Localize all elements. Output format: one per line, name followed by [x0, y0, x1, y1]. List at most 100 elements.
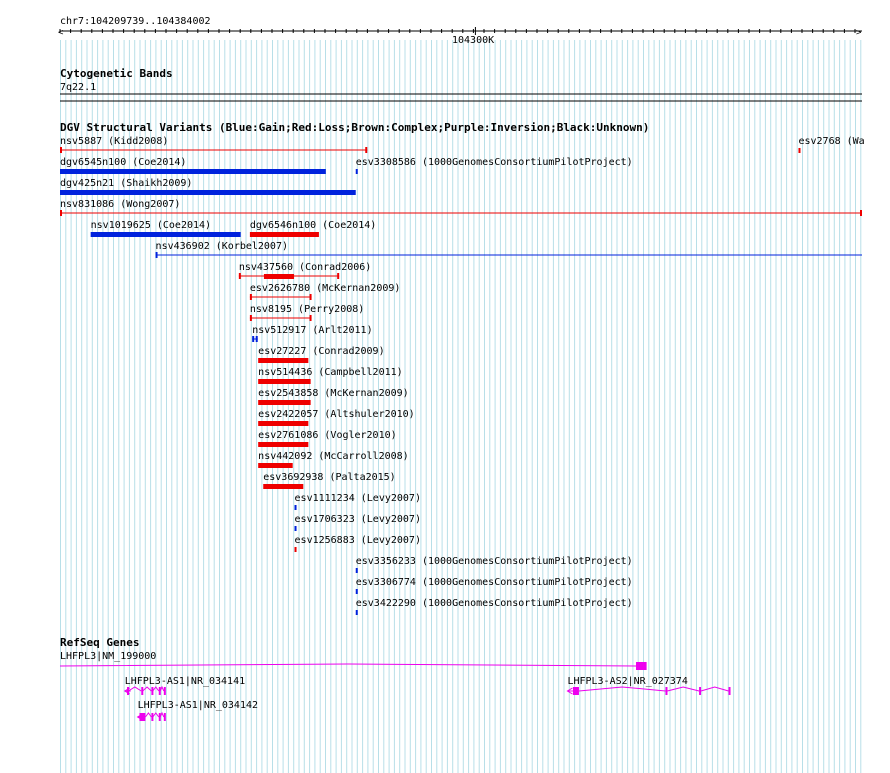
dgv-feature[interactable]: dgv425n21 (Shaikh2009) [60, 178, 356, 195]
dgv-feature-label: esv2543858 (McKernan2009) [258, 388, 409, 399]
dgv-feature-label: nsv437560 (Conrad2006) [239, 262, 371, 273]
gene-exon [158, 687, 161, 695]
gene-exon [127, 687, 130, 695]
dgv-feature[interactable]: nsv512917 (Arlt2011) [252, 325, 373, 342]
dgv-feature-mark [355, 169, 358, 174]
dgv-feature-label: nsv831086 (Wong2007) [60, 199, 180, 210]
dgv-feature-label: esv2761086 (Vogler2010) [258, 430, 396, 441]
ruler: chr7:104209739..104384002 < > 104300K [58, 16, 862, 46]
dgv-feature[interactable]: esv3422290 (1000GenomesConsortiumPilotPr… [355, 598, 633, 615]
genome-browser: chr7:104209739..104384002 < > 104300K Cy… [58, 16, 865, 773]
dgv-feature-cap [249, 294, 252, 300]
cytoband-track-title: Cytogenetic Bands [60, 67, 173, 80]
dgv-feature-label: esv3356233 (1000GenomesConsortiumPilotPr… [356, 556, 633, 567]
dgv-feature-bar [258, 379, 311, 384]
dgv-feature-cap [60, 147, 62, 153]
gene-label: LHFPL3-AS2|NR_027374 [567, 676, 687, 687]
dgv-feature-label: dgv6546n100 (Coe2014) [250, 220, 376, 231]
dgv-feature[interactable]: nsv442092 (McCarroll2008) [258, 451, 409, 468]
cytoband-track: Cytogenetic Bands 7q22.1 [60, 67, 862, 102]
dgv-feature-label: nsv514436 (Campbell2011) [258, 367, 403, 378]
dgv-feature-label: dgv425n21 (Shaikh2009) [60, 178, 192, 189]
dgv-feature-label: nsv1019625 (Coe2014) [91, 220, 211, 231]
dgv-feature[interactable]: esv2761086 (Vogler2010) [258, 430, 397, 447]
dgv-feature-label: esv2626780 (McKernan2009) [250, 283, 401, 294]
dgv-feature-mark [355, 610, 358, 615]
dgv-feature-bar [258, 463, 293, 468]
dgv-feature[interactable]: nsv5887 (Kidd2008) [60, 136, 368, 153]
dgv-feature-label: nsv436902 (Korbel2007) [156, 241, 288, 252]
dgv-feature-cap [309, 294, 312, 300]
ruler-tick-label: 104300K [452, 35, 494, 46]
gene-intron [667, 686, 700, 692]
dgv-feature-label: nsv442092 (McCarroll2008) [258, 451, 409, 462]
dgv-feature-label: nsv8195 (Perry2008) [250, 304, 364, 315]
dgv-feature-label: nsv512917 (Arlt2011) [252, 325, 372, 336]
dgv-feature-label: esv2768 (Wa [798, 136, 864, 147]
dgv-feature-bar [60, 169, 326, 174]
gene-intron [700, 686, 729, 692]
dgv-feature-cap [337, 273, 340, 279]
dgv-feature-label: esv3306774 (1000GenomesConsortiumPilotPr… [356, 577, 633, 588]
dgv-feature-mark [294, 547, 297, 552]
dgv-feature-bar [258, 442, 309, 447]
gene-intron [142, 686, 152, 692]
dgv-feature[interactable]: esv3306774 (1000GenomesConsortiumPilotPr… [355, 577, 633, 594]
dgv-feature-label: dgv6545n100 (Coe2014) [60, 157, 186, 168]
refseq-genes: LHFPL3|NM_199000 LHFPL3-AS1|NR_034141 LHFP… [59, 651, 731, 721]
dgv-feature-cap [60, 210, 62, 216]
dgv-feature-core [263, 274, 295, 279]
ruler-arrow-left: < [58, 28, 64, 38]
dgv-feature-label: esv3422290 (1000GenomesConsortiumPilotPr… [356, 598, 633, 609]
dgv-feature[interactable]: nsv436902 (Korbel2007) [155, 241, 862, 258]
dgv-feature-cap [252, 336, 255, 342]
dgv-feature-cap [249, 315, 252, 321]
dgv-feature[interactable]: esv3308586 (1000GenomesConsortiumPilotPr… [355, 157, 633, 174]
dgv-feature[interactable]: esv2768 (Wa [798, 136, 865, 153]
dgv-feature-bar [258, 400, 311, 405]
dgv-feature-label: esv27227 (Conrad2009) [258, 346, 384, 357]
gene-exon [699, 687, 702, 695]
dgv-feature-mark [294, 526, 297, 531]
dgv-feature[interactable]: esv3692938 (Palta2015) [263, 472, 396, 489]
dgv-feature[interactable]: nsv831086 (Wong2007) [60, 199, 862, 216]
gene-exon [572, 687, 579, 695]
gene-label: LHFPL3|NM_199000 [60, 651, 156, 662]
dgv-feature-label: esv3308586 (1000GenomesConsortiumPilotPr… [356, 157, 633, 168]
dgv-feature-mark [355, 589, 358, 594]
dgv-feature-cap [238, 273, 241, 279]
dgv-feature-mark [798, 148, 801, 153]
dgv-feature[interactable]: nsv437560 (Conrad2006) [238, 262, 371, 279]
gene-intron [59, 663, 637, 667]
refseq-gene[interactable]: LHFPL3-AS1|NR_034141 [123, 676, 245, 695]
gene-exon [139, 713, 146, 721]
dgv-feature-cap [155, 252, 158, 258]
gene-exon [163, 713, 166, 721]
gene-label: LHFPL3-AS1|NR_034141 [125, 676, 245, 687]
dgv-feature-bar [249, 232, 319, 237]
gene-exon [151, 713, 154, 721]
dgv-feature-label: esv1256883 (Levy2007) [295, 535, 421, 546]
dgv-feature-cap [255, 336, 258, 342]
gene-exon [141, 687, 144, 695]
dgv-track-title: DGV Structural Variants (Blue:Gain;Red:L… [60, 121, 649, 134]
cytoband-label: 7q22.1 [60, 82, 96, 93]
gene-exon [636, 662, 647, 670]
ruler-arrow-right: > [856, 28, 862, 38]
dgv-feature-cap [309, 315, 312, 321]
dgv-feature-mark [355, 568, 358, 573]
gene-exon [665, 687, 668, 695]
dgv-feature-bar [263, 484, 304, 489]
refseq-track: RefSeq Genes LHFPL3|NM_199000 LHFPL3-AS1|… [59, 636, 731, 721]
dgv-feature[interactable]: nsv1019625 (Coe2014) [90, 220, 241, 237]
dgv-feature-bar [90, 232, 241, 237]
dgv-feature-bar [258, 421, 309, 426]
dgv-feature[interactable]: esv3356233 (1000GenomesConsortiumPilotPr… [355, 556, 633, 573]
gene-exon [158, 713, 161, 721]
refseq-track-title: RefSeq Genes [60, 636, 139, 649]
dgv-feature[interactable]: esv27227 (Conrad2009) [258, 346, 385, 363]
dgv-feature-label: esv2422057 (Altshuler2010) [258, 409, 415, 420]
gene-exon [163, 687, 166, 695]
dgv-feature-label: esv1111234 (Levy2007) [295, 493, 421, 504]
dgv-feature[interactable]: esv2543858 (McKernan2009) [258, 388, 409, 405]
